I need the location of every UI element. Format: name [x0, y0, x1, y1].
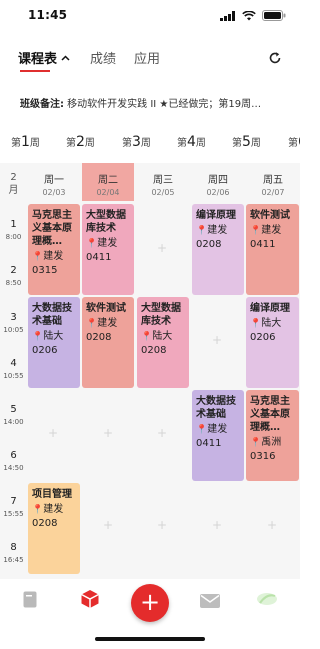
location-pin-icon: 📍 — [250, 438, 262, 448]
course-card[interactable]: 马克思主义基本原理概… 📍建发 0315 — [28, 204, 80, 295]
message-button[interactable] — [200, 593, 220, 612]
day-header: 周四 02/06 — [206, 175, 230, 197]
week-item[interactable]: 第3周 — [122, 134, 151, 150]
location-pin-icon: 📍 — [250, 226, 262, 236]
cellular-signal-icon — [220, 10, 235, 21]
mail-icon[interactable] — [200, 594, 220, 608]
add-course-slot[interactable]: + — [157, 242, 167, 254]
period-label: 1 8:00 — [5, 219, 22, 241]
location-pin-icon: 📍 — [32, 332, 44, 342]
add-course-slot[interactable]: + — [212, 519, 222, 531]
period-label: 7 15:55 — [3, 496, 24, 518]
period-label: 2 8:50 — [5, 265, 22, 287]
course-card[interactable]: 大数据技术基础 📍陆大 0206 — [28, 297, 80, 388]
active-tab-indicator — [20, 70, 50, 72]
tab-timetable[interactable]: 课程表 — [18, 48, 70, 67]
period-label: 6 14:50 — [3, 450, 24, 472]
refresh-icon[interactable] — [268, 51, 282, 65]
period-label: 5 14:00 — [3, 404, 24, 426]
location-pin-icon: 📍 — [196, 425, 208, 435]
location-pin-icon: 📍 — [250, 319, 262, 329]
course-card[interactable]: 大型数据库技术 📍建发 0411 — [82, 204, 134, 295]
add-course-button[interactable]: + — [131, 584, 169, 622]
location-pin-icon: 📍 — [32, 505, 44, 515]
location-pin-icon: 📍 — [32, 252, 44, 262]
week-item[interactable]: 第1周 — [11, 134, 40, 150]
course-card[interactable]: 编译原理 📍建发 0208 — [192, 204, 244, 295]
status-button[interactable] — [256, 591, 278, 611]
leaf-icon[interactable] — [256, 591, 278, 607]
period-label: 3 10:05 — [3, 312, 24, 334]
add-course-slot[interactable]: + — [157, 427, 167, 439]
course-card[interactable]: 项目管理 📍建发 0208 — [28, 483, 80, 574]
location-pin-icon: 📍 — [196, 226, 208, 236]
status-bar: 11:45 — [0, 0, 300, 34]
location-pin-icon: 📍 — [86, 319, 98, 329]
tab-grades[interactable]: 成绩 — [90, 48, 116, 67]
battery-icon — [262, 10, 286, 21]
course-card[interactable]: 大数据技术基础 📍建发 0411 — [192, 390, 244, 481]
add-course-slot[interactable]: + — [267, 519, 277, 531]
status-icons — [220, 10, 286, 21]
top-tab-bar: 课程表 成绩 应用 — [0, 40, 300, 80]
timetable-grid: 2 月 周一 02/03 周二 02/04 周三 02/05 周四 02/06 周五 02… — [0, 163, 300, 579]
add-course-slot[interactable]: + — [212, 334, 222, 346]
week-item[interactable]: 第4周 — [177, 134, 206, 150]
course-card[interactable]: 编译原理 📍陆大 0206 — [246, 297, 299, 388]
class-remark-text: 移动软件开发实践 II ★已经做完；第19周… — [64, 99, 262, 110]
add-course-slot[interactable]: + — [103, 519, 113, 531]
week-item[interactable]: 第2周 — [66, 134, 95, 150]
day-header: 周一 02/03 — [42, 175, 66, 197]
class-remark[interactable]: 班级备注: 移动软件开发实践 II ★已经做完；第19周… — [20, 95, 300, 111]
status-time: 11:45 — [28, 8, 68, 22]
week-item[interactable]: 第5周 — [232, 134, 261, 150]
location-pin-icon: 📍 — [141, 332, 153, 342]
day-header: 周三 02/05 — [151, 175, 175, 197]
course-card[interactable]: 软件测试 📍建发 0208 — [82, 297, 134, 388]
class-remark-label: 班级备注: — [20, 99, 64, 110]
day-header: 周五 02/07 — [261, 175, 285, 197]
week-item[interactable]: 第6周 — [288, 134, 300, 150]
bottom-toolbar: + — [0, 579, 300, 649]
day-header-today: 周二 02/04 — [82, 163, 134, 201]
add-course-slot[interactable]: + — [48, 427, 58, 439]
refresh-button[interactable] — [268, 50, 282, 69]
location-pin-icon: 📍 — [86, 239, 98, 249]
course-card[interactable]: 大型数据库技术 📍陆大 0208 — [137, 297, 189, 388]
tab-timetable-label: 课程表 — [18, 52, 58, 67]
tab-apps[interactable]: 应用 — [134, 48, 160, 67]
month-label: 2 月 — [8, 172, 19, 196]
chevron-up-icon[interactable] — [61, 54, 70, 61]
period-label: 4 10:55 — [3, 358, 24, 380]
notes-button[interactable] — [23, 591, 37, 612]
wifi-icon — [242, 10, 256, 20]
add-course-slot[interactable]: + — [157, 519, 167, 531]
course-card[interactable]: 软件测试 📍建发 0411 — [246, 204, 299, 295]
document-icon[interactable] — [23, 591, 37, 608]
course-card[interactable]: 马克思主义基本原理概… 📍禹洲 0316 — [246, 390, 299, 481]
period-label: 8 16:45 — [3, 542, 24, 564]
week-selector[interactable]: 第1周 第2周 第3周 第4周 第5周 第6周 — [0, 130, 300, 156]
cube-button[interactable] — [80, 589, 100, 613]
cube-icon[interactable] — [80, 589, 100, 609]
home-indicator — [95, 637, 205, 641]
add-course-slot[interactable]: + — [103, 427, 113, 439]
